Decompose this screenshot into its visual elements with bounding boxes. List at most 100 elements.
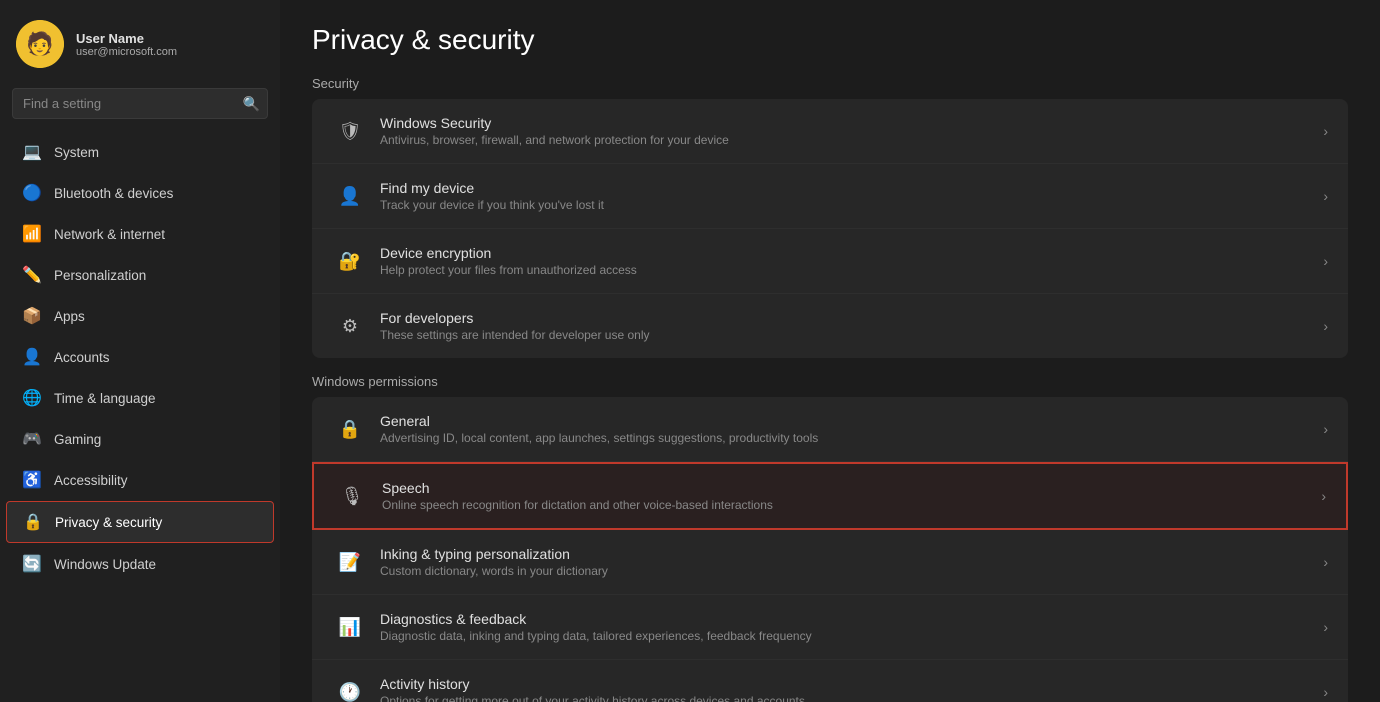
main-content: Privacy & security Security 🛡 Windows Se… — [280, 0, 1380, 702]
section-label-security: Security — [312, 76, 1348, 91]
item-icon-general: 🔒 — [332, 411, 368, 447]
sidebar-item-system[interactable]: 💻 System — [6, 132, 274, 172]
nav-label-apps: Apps — [54, 309, 85, 324]
item-icon-for-developers: ⚙ — [332, 308, 368, 344]
nav-label-system: System — [54, 145, 99, 160]
item-text-diagnostics: Diagnostics & feedback Diagnostic data, … — [380, 611, 1315, 643]
chevron-icon-general: › — [1323, 421, 1328, 437]
nav-label-time: Time & language — [54, 391, 156, 406]
avatar-image: 🧑 — [16, 20, 64, 68]
item-desc-general: Advertising ID, local content, app launc… — [380, 431, 1315, 445]
item-text-activity-history: Activity history Options for getting mor… — [380, 676, 1315, 702]
sidebar-item-update[interactable]: 🔄 Windows Update — [6, 544, 274, 584]
settings-group-security: 🛡 Windows Security Antivirus, browser, f… — [312, 99, 1348, 358]
chevron-icon-windows-security: › — [1323, 123, 1328, 139]
search-box: 🔍 — [12, 88, 268, 119]
sidebar-item-personalization[interactable]: ✏️ Personalization — [6, 255, 274, 295]
sidebar-item-bluetooth[interactable]: 🔵 Bluetooth & devices — [6, 173, 274, 213]
sidebar-item-gaming[interactable]: 🎮 Gaming — [6, 419, 274, 459]
chevron-icon-for-developers: › — [1323, 318, 1328, 334]
nav-icon-gaming: 🎮 — [22, 429, 42, 449]
settings-item-general[interactable]: 🔒 General Advertising ID, local content,… — [312, 397, 1348, 462]
item-title-general: General — [380, 413, 1315, 429]
sidebar-item-privacy[interactable]: 🔒 Privacy & security — [6, 501, 274, 543]
item-desc-activity-history: Options for getting more out of your act… — [380, 694, 1315, 702]
settings-sections: Security 🛡 Windows Security Antivirus, b… — [312, 76, 1348, 702]
sidebar-item-time[interactable]: 🌐 Time & language — [6, 378, 274, 418]
item-desc-for-developers: These settings are intended for develope… — [380, 328, 1315, 342]
item-text-inking-typing: Inking & typing personalization Custom d… — [380, 546, 1315, 578]
page-title: Privacy & security — [312, 24, 1348, 56]
nav-label-personalization: Personalization — [54, 268, 146, 283]
nav-icon-system: 💻 — [22, 142, 42, 162]
nav-icon-accessibility: ♿ — [22, 470, 42, 490]
item-desc-speech: Online speech recognition for dictation … — [382, 498, 1313, 512]
settings-item-diagnostics[interactable]: 📊 Diagnostics & feedback Diagnostic data… — [312, 595, 1348, 660]
item-title-diagnostics: Diagnostics & feedback — [380, 611, 1315, 627]
item-desc-find-my-device: Track your device if you think you've lo… — [380, 198, 1315, 212]
item-icon-device-encryption: 🔐 — [332, 243, 368, 279]
user-profile[interactable]: 🧑 User Name user@microsoft.com — [0, 8, 280, 84]
chevron-icon-find-my-device: › — [1323, 188, 1328, 204]
item-text-find-my-device: Find my device Track your device if you … — [380, 180, 1315, 212]
item-title-activity-history: Activity history — [380, 676, 1315, 692]
nav-icon-apps: 📦 — [22, 306, 42, 326]
settings-item-for-developers[interactable]: ⚙ For developers These settings are inte… — [312, 294, 1348, 358]
nav-label-privacy: Privacy & security — [55, 515, 162, 530]
search-input[interactable] — [12, 88, 268, 119]
chevron-icon-diagnostics: › — [1323, 619, 1328, 635]
item-title-device-encryption: Device encryption — [380, 245, 1315, 261]
item-desc-inking-typing: Custom dictionary, words in your diction… — [380, 564, 1315, 578]
item-desc-diagnostics: Diagnostic data, inking and typing data,… — [380, 629, 1315, 643]
item-text-for-developers: For developers These settings are intend… — [380, 310, 1315, 342]
nav-label-gaming: Gaming — [54, 432, 101, 447]
settings-item-windows-security[interactable]: 🛡 Windows Security Antivirus, browser, f… — [312, 99, 1348, 164]
chevron-icon-speech: › — [1321, 488, 1326, 504]
chevron-icon-inking-typing: › — [1323, 554, 1328, 570]
nav-icon-time: 🌐 — [22, 388, 42, 408]
item-icon-speech: 🎙 — [334, 478, 370, 514]
settings-item-device-encryption[interactable]: 🔐 Device encryption Help protect your fi… — [312, 229, 1348, 294]
item-text-general: General Advertising ID, local content, a… — [380, 413, 1315, 445]
item-desc-windows-security: Antivirus, browser, firewall, and networ… — [380, 133, 1315, 147]
settings-item-speech[interactable]: 🎙 Speech Online speech recognition for d… — [312, 462, 1348, 530]
settings-item-inking-typing[interactable]: 📝 Inking & typing personalization Custom… — [312, 530, 1348, 595]
nav-label-update: Windows Update — [54, 557, 156, 572]
chevron-icon-activity-history: › — [1323, 684, 1328, 700]
item-text-windows-security: Windows Security Antivirus, browser, fir… — [380, 115, 1315, 147]
item-icon-activity-history: 🕐 — [332, 674, 368, 702]
sidebar-item-apps[interactable]: 📦 Apps — [6, 296, 274, 336]
settings-item-activity-history[interactable]: 🕐 Activity history Options for getting m… — [312, 660, 1348, 702]
sidebar-item-accessibility[interactable]: ♿ Accessibility — [6, 460, 274, 500]
settings-item-find-my-device[interactable]: 👤 Find my device Track your device if yo… — [312, 164, 1348, 229]
section-security: Security 🛡 Windows Security Antivirus, b… — [312, 76, 1348, 358]
section-label-windows-permissions: Windows permissions — [312, 374, 1348, 389]
item-icon-inking-typing: 📝 — [332, 544, 368, 580]
nav-icon-personalization: ✏️ — [22, 265, 42, 285]
sidebar-item-accounts[interactable]: 👤 Accounts — [6, 337, 274, 377]
user-email: user@microsoft.com — [76, 46, 177, 58]
nav-icon-accounts: 👤 — [22, 347, 42, 367]
sidebar-item-network[interactable]: 📶 Network & internet — [6, 214, 274, 254]
item-title-for-developers: For developers — [380, 310, 1315, 326]
nav-label-accessibility: Accessibility — [54, 473, 128, 488]
nav-label-network: Network & internet — [54, 227, 165, 242]
item-icon-windows-security: 🛡 — [332, 113, 368, 149]
item-title-inking-typing: Inking & typing personalization — [380, 546, 1315, 562]
nav-icon-privacy: 🔒 — [23, 512, 43, 532]
settings-group-windows-permissions: 🔒 General Advertising ID, local content,… — [312, 397, 1348, 702]
item-title-windows-security: Windows Security — [380, 115, 1315, 131]
user-info: User Name user@microsoft.com — [76, 31, 177, 58]
nav-label-accounts: Accounts — [54, 350, 110, 365]
chevron-icon-device-encryption: › — [1323, 253, 1328, 269]
sidebar: 🧑 User Name user@microsoft.com 🔍 💻 Syste… — [0, 0, 280, 702]
nav-label-bluetooth: Bluetooth & devices — [54, 186, 173, 201]
item-title-speech: Speech — [382, 480, 1313, 496]
item-icon-find-my-device: 👤 — [332, 178, 368, 214]
item-text-device-encryption: Device encryption Help protect your file… — [380, 245, 1315, 277]
avatar: 🧑 — [16, 20, 64, 68]
item-desc-device-encryption: Help protect your files from unauthorize… — [380, 263, 1315, 277]
item-icon-diagnostics: 📊 — [332, 609, 368, 645]
section-windows-permissions: Windows permissions 🔒 General Advertisin… — [312, 374, 1348, 702]
item-text-speech: Speech Online speech recognition for dic… — [382, 480, 1313, 512]
